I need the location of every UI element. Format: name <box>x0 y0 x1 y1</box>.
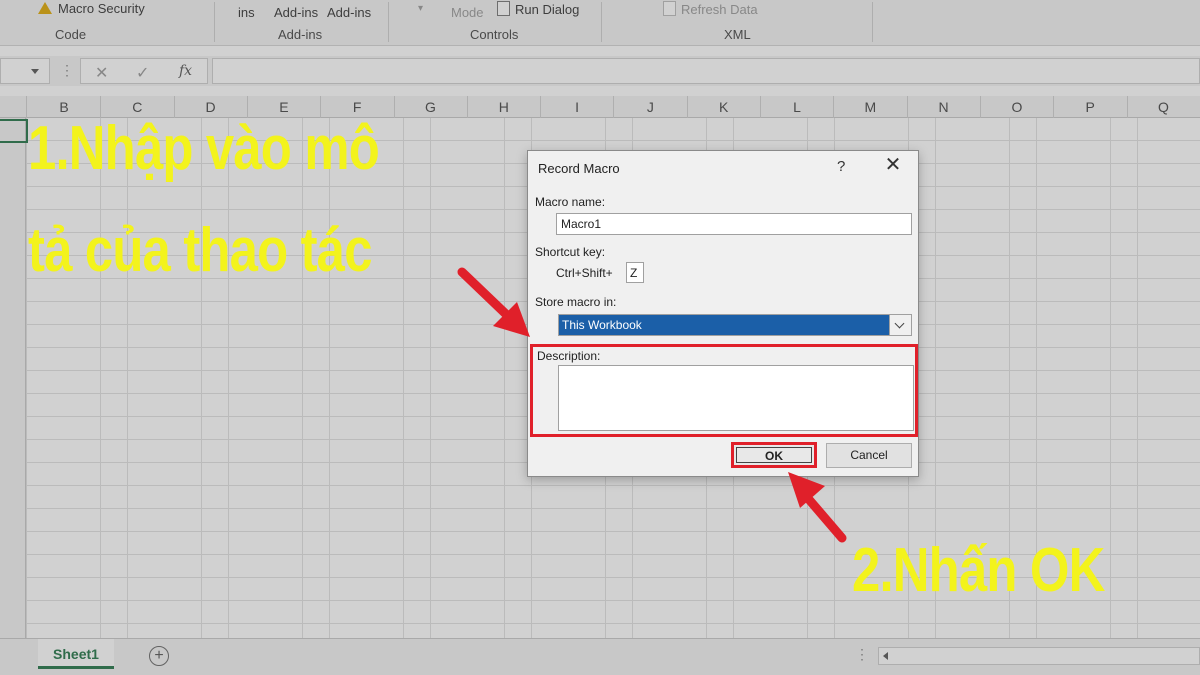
description-highlight: Description: <box>530 344 918 437</box>
formula-bar-grip-icon[interactable]: ⋮ <box>60 62 74 79</box>
column-header[interactable]: D <box>174 99 248 115</box>
run-dialog-icon <box>497 1 510 16</box>
column-header[interactable]: G <box>394 99 468 115</box>
run-dialog-label: Run Dialog <box>515 2 580 17</box>
cancel-button[interactable]: Cancel <box>826 443 912 468</box>
scroll-left-icon[interactable] <box>883 652 888 660</box>
name-box[interactable] <box>0 58 50 84</box>
warning-icon <box>38 2 52 14</box>
shortcut-key-input[interactable]: Z <box>626 262 644 283</box>
shortcut-prefix: Ctrl+Shift+ <box>556 266 613 280</box>
macro-security-label: Macro Security <box>58 1 145 16</box>
refresh-data-button[interactable]: Refresh Data <box>663 1 758 17</box>
column-header[interactable]: P <box>1053 99 1127 115</box>
store-macro-label: Store macro in: <box>535 295 617 309</box>
close-button[interactable]: ✕ <box>883 155 903 175</box>
refresh-icon <box>663 1 676 16</box>
addins-button[interactable]: Add-ins <box>274 5 318 20</box>
dialog-title: Record Macro <box>538 161 620 176</box>
chevron-down-icon <box>894 318 905 329</box>
check-icon[interactable]: ✓ <box>136 63 149 83</box>
column-header[interactable]: F <box>320 99 394 115</box>
run-dialog-button[interactable]: Run Dialog <box>497 1 579 17</box>
macro-name-input[interactable]: Macro1 <box>556 213 912 235</box>
insert-function-button[interactable]: fx <box>179 63 192 79</box>
chevron-down-icon[interactable] <box>31 69 39 74</box>
formula-bar: ⋮ ✕ ✓ fx <box>0 56 1200 86</box>
formula-input[interactable] <box>212 58 1200 84</box>
shortcut-key-label: Shortcut key: <box>535 245 606 259</box>
refresh-data-label: Refresh Data <box>681 2 758 17</box>
ribbon-separator <box>214 2 215 42</box>
macro-security-button[interactable]: Macro Security <box>38 1 145 16</box>
group-addins-label: Add-ins <box>278 27 323 42</box>
group-controls-label: Controls <box>470 27 519 42</box>
help-button[interactable]: ? <box>837 158 845 175</box>
store-macro-select[interactable]: This Workbook <box>558 314 912 336</box>
ins-button[interactable]: ins <box>238 5 255 20</box>
annotation-step2: 2.Nhấn OK <box>852 536 1105 605</box>
column-header[interactable]: L <box>760 99 834 115</box>
macro-name-label: Macro name: <box>535 195 606 209</box>
ribbon-separator <box>601 2 602 42</box>
record-macro-dialog: Record Macro ? ✕ Macro name: Macro1 Shor… <box>527 150 919 477</box>
active-cell[interactable] <box>0 119 28 143</box>
row-headers <box>0 118 26 638</box>
column-header[interactable]: M <box>833 99 907 115</box>
insert-dropdown-icon[interactable]: ▾ <box>418 3 423 14</box>
ok-label: OK <box>765 449 783 463</box>
annotation-step1-line2: tả của thao tác <box>28 216 373 285</box>
column-header[interactable]: O <box>980 99 1054 115</box>
horizontal-scrollbar[interactable] <box>878 647 1200 665</box>
store-macro-dropdown[interactable] <box>889 315 911 335</box>
add-sheet-button[interactable]: + <box>149 646 169 666</box>
column-header[interactable]: B <box>27 99 101 115</box>
column-header[interactable]: H <box>467 99 541 115</box>
column-header[interactable]: C <box>100 99 174 115</box>
group-xml-label: XML <box>724 27 751 42</box>
formula-buttons: ✕ ✓ fx <box>80 58 208 84</box>
ok-button[interactable]: OK <box>731 442 817 468</box>
column-header[interactable]: E <box>247 99 321 115</box>
description-input[interactable] <box>558 365 914 431</box>
close-icon[interactable]: ✕ <box>95 63 108 83</box>
column-header[interactable]: I <box>540 99 614 115</box>
sheet-bar: Sheet1 + ⋮ <box>0 638 1200 675</box>
ribbon-separator <box>872 2 873 42</box>
ribbon-separator <box>388 2 389 42</box>
ribbon: Macro Security Code ins Add-ins Add-ins … <box>0 0 1200 46</box>
store-macro-value: This Workbook <box>559 315 889 335</box>
column-header[interactable]: N <box>907 99 981 115</box>
design-mode-button[interactable]: Mode <box>451 5 484 20</box>
column-header[interactable]: Q <box>1127 99 1200 115</box>
description-label: Description: <box>537 349 601 363</box>
column-header[interactable]: K <box>687 99 761 115</box>
group-code-label: Code <box>55 27 87 42</box>
tab-sheet1[interactable]: Sheet1 <box>38 639 114 669</box>
com-addins-button[interactable]: Add-ins <box>327 5 371 20</box>
column-header[interactable]: J <box>613 99 687 115</box>
annotation-step1-line1: 1.Nhập vào mô <box>28 114 380 183</box>
tab-split-grip-icon[interactable]: ⋮ <box>855 646 869 663</box>
